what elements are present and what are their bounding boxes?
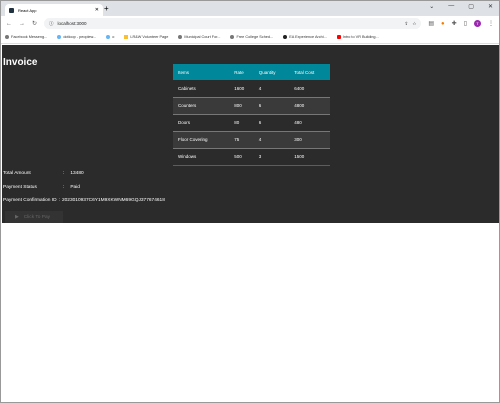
table-cell: 75 bbox=[229, 130, 254, 149]
table-cell: 80 bbox=[234, 120, 240, 125]
forward-icon[interactable]: → bbox=[19, 21, 25, 27]
table-cell: 800 bbox=[229, 96, 254, 115]
bookmark[interactable]: Free College Sched... bbox=[230, 35, 273, 39]
total-amount: Total Amount:13480 bbox=[3, 171, 84, 176]
bookmark[interactable]: dotloop - peoplew... bbox=[57, 35, 96, 39]
bookmark[interactable]: LR&W Volunteer Page bbox=[124, 35, 168, 39]
react-favicon-icon bbox=[9, 7, 14, 13]
menu-icon[interactable]: ⋮ bbox=[488, 20, 494, 27]
table-cell: 6400 bbox=[294, 85, 305, 91]
sidepanel-icon[interactable]: ▯ bbox=[464, 20, 467, 27]
table-row: Floor Covering 75 4 300 bbox=[173, 130, 330, 149]
info-icon: ⓘ bbox=[49, 20, 54, 26]
extension-orange-icon[interactable]: ● bbox=[441, 21, 445, 27]
payment-confirmation: Payment Confirmation ID:2023010937C6Y1M9… bbox=[3, 198, 165, 203]
tab-bar: React App ✕ + ⌄ — ▢ ✕ bbox=[1, 1, 499, 16]
minimize-icon[interactable]: — bbox=[448, 3, 454, 10]
table-cell: 480 bbox=[294, 120, 302, 125]
bookmarks-bar: Facebook Messeng... dotloop - peoplew...… bbox=[1, 31, 499, 44]
table-row: Cabinets 1600 4 6400 bbox=[173, 80, 330, 97]
globe-icon bbox=[178, 35, 183, 39]
bookmark-icon bbox=[5, 35, 9, 39]
table-cell: 6 bbox=[253, 96, 290, 115]
toolbar: ← → ↻ ⓘ localhost:3000 ⇪ ☆ ▤ ● ✚ ▯ T ⋮ bbox=[1, 16, 499, 31]
address-bar[interactable]: ⓘ localhost:3000 ⇪ ☆ bbox=[44, 18, 422, 29]
table-cell: 300 bbox=[289, 130, 330, 149]
avatar[interactable]: T bbox=[474, 20, 481, 27]
table-cell: 4 bbox=[258, 85, 262, 91]
table-cell: 4800 bbox=[289, 96, 330, 115]
bookmark[interactable]: EA Experience Archi... bbox=[283, 35, 327, 39]
invoice-page: Invoice Items Rate Quantity Total Cost C… bbox=[2, 45, 499, 223]
bookmark[interactable]: Intro to VR Building... bbox=[336, 35, 379, 39]
table-cell: Windows bbox=[178, 154, 197, 159]
extension-icon[interactable]: ▤ bbox=[428, 20, 434, 27]
bookmark[interactable]: o bbox=[106, 35, 114, 39]
bookmark-icon bbox=[57, 35, 62, 39]
chevron-down-icon[interactable]: ⌄ bbox=[429, 3, 434, 10]
page-title: Invoice bbox=[3, 57, 38, 68]
table-cell: Cabinets bbox=[178, 85, 196, 91]
column-header: Total Cost bbox=[289, 64, 330, 80]
maximize-icon[interactable]: ▢ bbox=[468, 3, 474, 10]
share-icon[interactable]: ⇪ bbox=[405, 21, 409, 27]
table-cell: 3 bbox=[258, 154, 262, 159]
star-icon[interactable]: ☆ bbox=[412, 21, 416, 27]
tab-title: React App bbox=[18, 7, 37, 13]
table-row: Doors 80 6 480 bbox=[173, 114, 330, 131]
table-cell: 1600 bbox=[234, 85, 245, 91]
table-row: Counters 800 6 4800 bbox=[173, 96, 330, 115]
bookmark-icon bbox=[106, 35, 111, 39]
bookmark[interactable]: Municipal Court For... bbox=[178, 35, 220, 39]
bookmark-icon bbox=[124, 35, 129, 39]
reload-icon[interactable]: ↻ bbox=[32, 20, 37, 27]
table-cell: Counters bbox=[173, 96, 230, 115]
bookmark-icon bbox=[283, 35, 288, 39]
youtube-icon bbox=[336, 35, 341, 39]
table-cell: Floor Covering bbox=[173, 130, 230, 149]
play-icon: ▶ bbox=[15, 214, 19, 220]
table-row: Windows 500 3 1500 bbox=[173, 148, 330, 165]
table-cell: 500 bbox=[234, 154, 242, 159]
column-header: Rate bbox=[229, 64, 254, 80]
globe-icon bbox=[230, 35, 235, 39]
new-tab-icon[interactable]: + bbox=[104, 4, 109, 13]
url-text: localhost:3000 bbox=[57, 21, 87, 26]
column-header: Quantity bbox=[253, 64, 290, 80]
click-to-pay-button[interactable]: ▶ Click To Pay bbox=[5, 211, 63, 223]
table-cell: 4 bbox=[253, 130, 290, 149]
table-cell: 1500 bbox=[294, 154, 305, 159]
table-cell: Doors bbox=[178, 120, 191, 125]
column-header: Items bbox=[173, 64, 230, 80]
tab-react-app[interactable]: React App ✕ bbox=[5, 4, 103, 16]
payment-status: Payment Status: Paid bbox=[3, 185, 80, 190]
back-icon[interactable]: ← bbox=[6, 21, 12, 27]
puzzle-icon[interactable]: ✚ bbox=[452, 20, 457, 27]
invoice-table: Items Rate Quantity Total Cost Cabinets 1… bbox=[173, 64, 330, 166]
bookmark[interactable]: Facebook Messeng... bbox=[5, 35, 47, 39]
close-tab-icon[interactable]: ✕ bbox=[95, 7, 99, 13]
table-cell: 6 bbox=[258, 120, 262, 125]
close-window-icon[interactable]: ✕ bbox=[488, 3, 493, 10]
